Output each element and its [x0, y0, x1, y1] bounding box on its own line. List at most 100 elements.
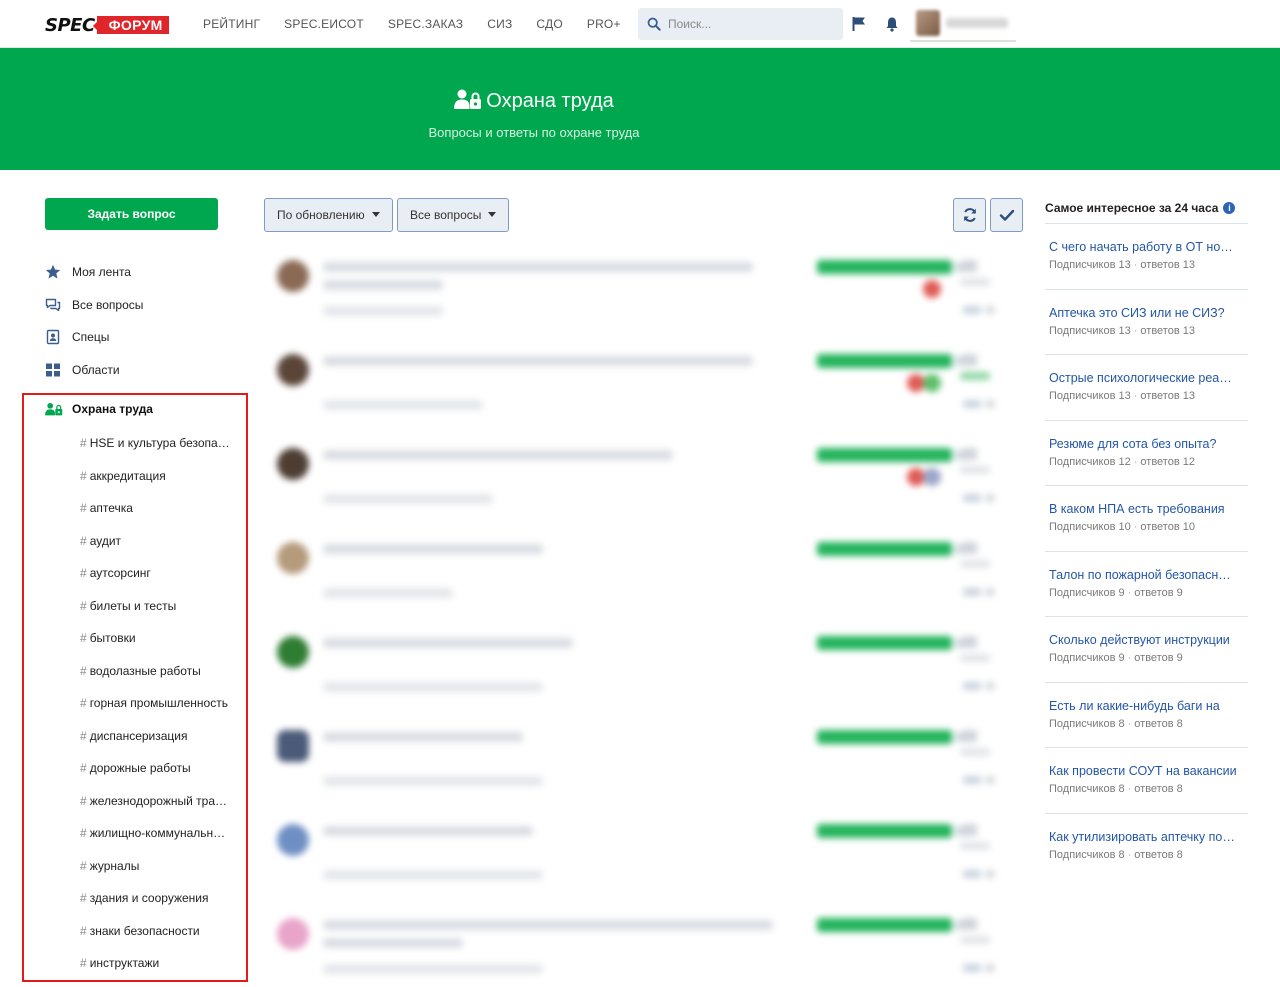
hero-title-text: Охрана труда: [486, 90, 614, 112]
sidebar-item-areas[interactable]: Области: [45, 354, 143, 387]
flag-icon[interactable]: [851, 16, 867, 32]
trending-item[interactable]: Сколько действуют инструкции Подписчиков…: [1045, 617, 1248, 683]
list-item[interactable]: [265, 710, 1025, 804]
sidebar-item-all-questions[interactable]: Все вопросы: [45, 289, 143, 322]
search-input[interactable]: [668, 8, 838, 40]
tag-item[interactable]: # аккредитация: [80, 460, 230, 493]
avatar: [277, 354, 309, 386]
avatar: [277, 542, 309, 574]
trending-question-link[interactable]: Острые психологические реакции: [1049, 371, 1237, 385]
refresh-button[interactable]: [953, 198, 986, 232]
tag-list: #HSE и культура безопасности #аккредитац…: [80, 427, 230, 980]
trending-item[interactable]: Резюме для сота без опыта? Подписчиков 1…: [1045, 421, 1248, 486]
trending-question-link[interactable]: Сколько действуют инструкции: [1049, 633, 1237, 647]
trending-question-link[interactable]: Есть ли какие-нибудь баги на: [1049, 699, 1237, 713]
tag-item[interactable]: #железнодорожный транспорт: [80, 785, 230, 818]
nav-link-pro[interactable]: PRO+: [587, 17, 621, 31]
trending-item[interactable]: С чего начать работу в ОТ новичку? Подпи…: [1045, 224, 1248, 290]
tag-item[interactable]: # инструктажи: [80, 947, 230, 980]
sidebar-item-feed[interactable]: Моя лента: [45, 256, 143, 289]
trending-question-link[interactable]: Как утилизировать аптечку после: [1049, 830, 1237, 844]
trending-item[interactable]: Аптечка это СИЗ или не СИЗ? Подписчиков …: [1045, 290, 1248, 355]
filter-dropdown[interactable]: Все вопросы: [397, 198, 510, 232]
sidebar-item-label: Области: [72, 362, 120, 377]
tag-item[interactable]: # водолазные работы: [80, 655, 230, 688]
nav-link-eisot[interactable]: SPEC.ЕИСОТ: [284, 17, 364, 31]
list-item[interactable]: [265, 334, 1025, 428]
trending-item[interactable]: Острые психологические реакции Подписчик…: [1045, 355, 1248, 421]
ask-question-button[interactable]: Задать вопрос: [45, 198, 218, 230]
users-lock-icon: [454, 89, 482, 109]
chat-icon: [45, 298, 61, 311]
logo-forum-badge: ФОРУМ: [96, 16, 169, 34]
avatar: [277, 448, 309, 480]
tag-item[interactable]: # бытовки: [80, 622, 230, 655]
tag-item[interactable]: # горная промышленность: [80, 687, 230, 720]
page-title: Охрана труда: [0, 88, 1068, 113]
list-item[interactable]: [265, 616, 1025, 710]
tag-item[interactable]: #жилищно-коммунальное хозяйство: [80, 817, 230, 850]
category-label: Охрана труда: [72, 402, 153, 416]
page-subtitle: Вопросы и ответы по охране труда: [428, 125, 640, 140]
tag-item[interactable]: # диспансеризация: [80, 720, 230, 753]
tag-item[interactable]: # билеты и тесты: [80, 590, 230, 623]
users-lock-icon: [45, 402, 63, 416]
trending-item[interactable]: Талон по пожарной безопасности Подписчик…: [1045, 552, 1248, 617]
grid-icon: [46, 363, 60, 377]
logo-spec-text: SPEC: [45, 14, 95, 36]
nav-link-rating[interactable]: РЕЙТИНГ: [203, 17, 260, 31]
sidebar-item-specialists[interactable]: Спецы: [45, 321, 143, 354]
search-box: [638, 8, 843, 40]
sort-dropdown[interactable]: По обновлению: [264, 198, 393, 232]
top-navbar: SPEC ФОРУМ РЕЙТИНГ SPEC.ЕИСОТ SPEC.ЗАКАЗ…: [0, 0, 1280, 48]
info-icon[interactable]: i: [1223, 201, 1236, 214]
trending-title: Самое интересное за 24 часа i: [1045, 196, 1248, 224]
trending-question-link[interactable]: В каком НПА есть требования: [1049, 502, 1237, 516]
trending-question-link[interactable]: Аптечка это СИЗ или не СИЗ?: [1049, 306, 1237, 320]
trending-panel: Самое интересное за 24 часа i С чего нача…: [1045, 196, 1248, 879]
user-name-blurred: [946, 18, 1008, 28]
avatar: [916, 10, 940, 36]
nav-link-zakaz[interactable]: SPEC.ЗАКАЗ: [388, 17, 463, 31]
bell-icon[interactable]: [884, 16, 900, 32]
trending-question-link[interactable]: С чего начать работу в ОТ новичку?: [1049, 240, 1237, 254]
main-nav: РЕЙТИНГ SPEC.ЕИСОТ SPEC.ЗАКАЗ СИЗ СДО PR…: [203, 17, 645, 31]
trending-question-link[interactable]: Талон по пожарной безопасности: [1049, 568, 1237, 582]
site-logo[interactable]: SPEC ФОРУМ: [45, 14, 169, 36]
tag-item[interactable]: # здания и сооружения: [80, 882, 230, 915]
sidebar-category-current[interactable]: Охрана труда: [45, 402, 153, 416]
check-icon: [999, 209, 1015, 221]
sidebar-item-label: Все вопросы: [72, 297, 144, 312]
avatar: [277, 260, 309, 292]
list-item[interactable]: [265, 428, 1025, 522]
tag-item[interactable]: # аптечка: [80, 492, 230, 525]
tag-item[interactable]: # знаки безопасности: [80, 915, 230, 948]
trending-item[interactable]: В каком НПА есть требования Подписчиков …: [1045, 486, 1248, 552]
caret-down-icon: [488, 212, 497, 217]
trending-item[interactable]: Как утилизировать аптечку после Подписчи…: [1045, 814, 1248, 880]
list-item[interactable]: [265, 240, 1025, 334]
tag-item[interactable]: #HSE и культура безопасности: [80, 427, 230, 460]
nav-link-siz[interactable]: СИЗ: [487, 17, 512, 31]
trending-item[interactable]: Как провести СОУТ на вакансии Подписчико…: [1045, 748, 1248, 814]
user-menu[interactable]: [910, 8, 1016, 42]
category-hero: Охрана труда Вопросы и ответы по охране …: [0, 48, 1280, 170]
avatar: [277, 730, 309, 762]
list-item[interactable]: [265, 804, 1025, 898]
caret-down-icon: [371, 212, 380, 217]
list-item[interactable]: [265, 522, 1025, 616]
list-item[interactable]: [265, 898, 1025, 987]
nav-link-sdo[interactable]: СДО: [536, 17, 562, 31]
trending-question-link[interactable]: Как провести СОУТ на вакансии: [1049, 764, 1237, 778]
tag-item[interactable]: # журналы: [80, 850, 230, 883]
tag-item[interactable]: # аудит: [80, 525, 230, 558]
tag-item[interactable]: # аутсорсинг: [80, 557, 230, 590]
trending-question-link[interactable]: Резюме для сота без опыта?: [1049, 437, 1237, 451]
mark-read-button[interactable]: [990, 198, 1023, 232]
sidebar-item-label: Спецы: [72, 330, 110, 345]
avatar: [277, 824, 309, 856]
id-card-icon: [46, 330, 60, 345]
trending-item[interactable]: Есть ли какие-нибудь баги на Подписчиков…: [1045, 683, 1248, 748]
tag-item[interactable]: # дорожные работы: [80, 752, 230, 785]
star-icon: [45, 265, 61, 279]
